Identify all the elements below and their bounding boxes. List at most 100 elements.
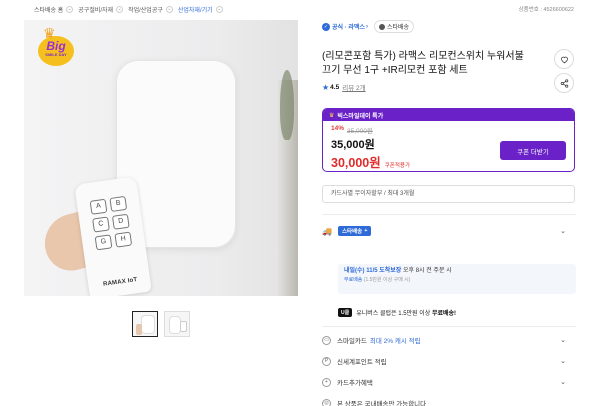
thumb-remote	[181, 322, 186, 331]
store-tag[interactable]: 스타배송	[373, 20, 415, 33]
chevron-down-icon[interactable]: ⌄	[560, 378, 566, 386]
breadcrumb-label: 작업/산업공구	[128, 8, 163, 14]
remote-key: A	[89, 198, 108, 215]
globe-icon: ◎	[322, 398, 331, 406]
chevron-right-icon: ›	[365, 23, 368, 30]
membership-badge: U클	[338, 307, 353, 317]
remote-key: C	[92, 216, 110, 233]
breadcrumb-label: 공구절비/자재	[78, 8, 114, 14]
badge-sub-text: SMILE DAY	[45, 52, 67, 57]
deal-box: ♛ 빅스마일데이 특가 14% 35,000원 35,000원 30,000원 …	[322, 108, 575, 172]
store-icon	[378, 23, 385, 30]
seller-row: ✓ 공식 · 라맥스 › 스타배송	[322, 20, 415, 33]
thumbnail-2[interactable]	[164, 311, 190, 337]
chevron-down-icon[interactable]: ⌄	[560, 336, 566, 344]
item-number: 상품번호 : 4526600622	[518, 7, 574, 13]
info-row-label: 카드추가혜택	[337, 380, 373, 387]
discount-row: 14% 35,000원	[331, 125, 566, 135]
breadcrumb-item-category3[interactable]: 산업자재/기기 ⌄	[178, 5, 228, 14]
remote-brand: RAMAX IoT	[102, 277, 138, 288]
card-plus-icon: +	[322, 377, 331, 387]
info-row-ssg-point[interactable]: P 신세계포인트 적립 ⌄	[322, 355, 576, 367]
thumbnail-strip	[132, 311, 190, 337]
deal-header-label: 빅스마일데이 특가	[337, 113, 384, 120]
info-row-label: 신세계포인트 적립	[337, 359, 387, 366]
original-price: 35,000원	[347, 128, 373, 135]
point-icon: P	[322, 356, 331, 366]
chevron-down-icon[interactable]: ⌄	[66, 6, 74, 13]
official-store-label: 공식 · 라맥스	[332, 25, 365, 31]
card-icon: ▭	[322, 335, 331, 345]
breadcrumb: 스타배송 홈 ⌄ 공구절비/자재 ⌄ 작업/산업공구 ⌄ 산업자재/기기 ⌄	[34, 5, 228, 14]
thumb-device	[142, 316, 154, 333]
membership-text-prefix: 유니버스 클럽은 1.5만원 이상	[356, 310, 431, 317]
info-row-label: 본 상품은 국내배송만 가능합니다	[337, 401, 427, 406]
rating-value: 4.5	[330, 83, 340, 91]
remote-key: G	[94, 234, 113, 251]
chevron-down-icon[interactable]: ⌄	[215, 6, 223, 13]
truck-icon: 🚚	[322, 226, 332, 236]
info-row-card-benefits[interactable]: + 카드추가혜택 ⌄	[322, 376, 576, 388]
share-button[interactable]	[554, 73, 574, 93]
delivery-date: 내일(수) 11/5	[344, 268, 378, 274]
divider	[322, 326, 576, 327]
breadcrumb-bar: 스타배송 홈 ⌄ 공구절비/자재 ⌄ 작업/산업공구 ⌄ 산업자재/기기 ⌄ 상…	[0, 0, 600, 20]
chevron-down-icon[interactable]: ⌄	[165, 6, 173, 13]
free-shipping-label: 무료배송	[344, 277, 363, 283]
plant-leaf	[280, 70, 294, 140]
breadcrumb-label: 스타배송 홈	[34, 8, 64, 14]
star-delivery-badge: 스타배송 +	[337, 226, 372, 236]
check-icon: ✓	[322, 22, 330, 31]
coupon-price: 30,000원	[331, 156, 381, 170]
rating-row: ★ 4.5 리뷰 2개	[322, 82, 366, 93]
thumbnail-1[interactable]	[132, 311, 158, 337]
breadcrumb-item-home[interactable]: 스타배송 홈 ⌄	[34, 5, 78, 14]
star-icon: ★	[322, 82, 330, 92]
chevron-down-icon[interactable]: ⌄	[560, 227, 566, 235]
thumb-hand	[136, 324, 142, 335]
product-title: (리모콘포함 특가) 라맥스 리모컨스위치 누워서불끄기 무선 1구 +IR리모…	[322, 51, 524, 76]
delivery-info-box: 내일(수) 11/5 도착보장 오후 8시 전 주문 시 무료배송 (1.5만원…	[338, 264, 576, 294]
membership-text-bold: 무료배송!	[431, 310, 457, 317]
store-label: 스타배송	[386, 25, 410, 31]
crown-icon: ♛	[43, 25, 56, 41]
delivery-eta: 내일(수) 11/5 도착보장 오후 8시 전 주문 시	[344, 267, 570, 276]
chevron-down-icon[interactable]: ⌄	[116, 6, 124, 13]
thumb-device	[170, 317, 180, 333]
shipping-row[interactable]: 🚚 스타배송 + ⌄	[322, 224, 576, 238]
review-count-link[interactable]: 리뷰 2개	[342, 82, 365, 92]
deal-body: 14% 35,000원 35,000원 30,000원 쿠폰적용가 쿠폰 더받기	[323, 121, 574, 171]
delivery-guarantee: 도착보장	[379, 268, 402, 274]
share-icon	[560, 79, 569, 88]
remote-key: B	[109, 195, 128, 212]
heart-icon	[561, 56, 568, 64]
breadcrumb-label: 산업자재/기기	[177, 8, 213, 14]
divider	[322, 214, 576, 215]
coupon-price-label: 쿠폰적용가	[384, 163, 411, 169]
star-delivery-label: 스타배송	[341, 229, 363, 235]
badge-big-text: Big	[46, 39, 66, 53]
plus-icon: +	[364, 228, 368, 234]
official-store-link[interactable]: ✓ 공식 · 라맥스 ›	[322, 22, 368, 31]
remote-key: H	[114, 231, 133, 248]
wishlist-button[interactable]	[554, 49, 574, 69]
free-shipping-note: (1.5만원 이상 구매 시)	[363, 277, 411, 283]
membership-row: U클 유니버스 클럽은 1.5만원 이상 무료배송!	[338, 306, 576, 318]
info-row-label: 스마일카드	[337, 338, 367, 345]
info-row-domestic-only: ◎ 본 상품은 국내배송만 가능합니다	[322, 397, 576, 406]
delivery-deadline: 오후 8시 전 주문 시	[403, 268, 452, 274]
card-installment-select[interactable]: 카드사별 무이자할부 / 최대 3개월	[322, 185, 575, 203]
big-smile-day-badge: ♛ Big SMILE DAY	[36, 26, 76, 66]
breadcrumb-item-category2[interactable]: 작업/산업공구 ⌄	[128, 5, 178, 14]
remote-keypad: A B C D G H	[89, 195, 133, 251]
remote-key: D	[111, 213, 130, 230]
breadcrumb-item-category1[interactable]: 공구절비/자재 ⌄	[78, 5, 128, 14]
deal-header: ♛ 빅스마일데이 특가	[323, 109, 574, 121]
get-more-coupons-button[interactable]: 쿠폰 더받기	[500, 141, 566, 160]
chevron-down-icon[interactable]: ⌄	[560, 357, 566, 365]
membership-text: 유니버스 클럽은 1.5만원 이상 무료배송!	[356, 308, 456, 317]
info-row-highlight: 최대 2% 캐시 적립	[369, 338, 421, 345]
discount-percent: 14%	[331, 125, 345, 132]
crown-icon: ♛	[329, 112, 335, 119]
info-row-smile-card[interactable]: ▭ 스마일카드 최대 2% 캐시 적립 ⌄	[322, 334, 576, 346]
